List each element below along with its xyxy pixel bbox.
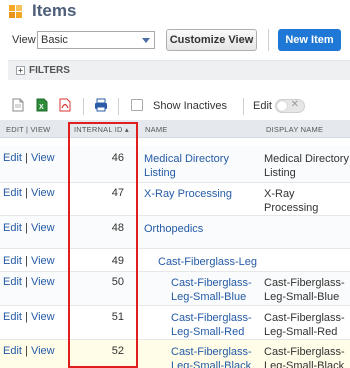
item-name-link[interactable]: Cast-Fiberglass-Leg-Small-Blue xyxy=(171,276,262,304)
item-name-link[interactable]: Medical Directory Listing xyxy=(144,152,262,180)
expand-filters-icon[interactable]: + xyxy=(16,66,25,75)
page-header: Items xyxy=(0,0,350,26)
show-inactives-label: Show Inactives xyxy=(153,100,227,112)
display-name: Cast-Fiberglass-Leg-Small-Red xyxy=(264,312,345,338)
edit-link[interactable]: Edit xyxy=(3,311,22,323)
view-link[interactable]: View xyxy=(31,187,55,199)
display-name: Cast-Fiberglass-Leg-Small-Black xyxy=(264,346,345,368)
export-pdf-icon[interactable] xyxy=(59,98,71,112)
separator: | xyxy=(25,152,28,164)
edit-view-links: Edit | View xyxy=(3,311,55,323)
display-name: Cast-Fiberglass-Leg-Small-Blue xyxy=(264,277,345,303)
divider xyxy=(268,29,269,51)
header-edit-view: EDIT | VIEW xyxy=(6,125,51,134)
chevron-down-icon xyxy=(142,38,150,43)
item-name-link[interactable]: Cast-Fiberglass-Leg-Small-Black xyxy=(171,345,262,368)
inline-edit-label: Edit xyxy=(253,100,272,112)
internal-id: 51 xyxy=(111,311,124,323)
view-select[interactable]: Basic xyxy=(37,31,155,49)
item-name-link[interactable]: Cast-Fiberglass-Leg-Small-Red xyxy=(171,311,262,339)
header-name[interactable]: NAME xyxy=(145,125,167,134)
filters-label: FILTERS xyxy=(29,65,70,76)
edit-link[interactable]: Edit xyxy=(3,152,22,164)
edit-view-links: Edit | View xyxy=(3,345,55,357)
separator: | xyxy=(25,311,28,323)
export-excel-icon[interactable]: X xyxy=(36,98,48,112)
separator: | xyxy=(25,276,28,288)
display-name: X-Ray Processing xyxy=(264,188,319,214)
edit-view-links: Edit | View xyxy=(3,187,55,199)
export-csv-icon[interactable] xyxy=(12,98,24,112)
view-link[interactable]: View xyxy=(31,222,55,234)
filters-bar[interactable]: + FILTERS xyxy=(8,60,350,80)
view-link[interactable]: View xyxy=(31,276,55,288)
edit-view-links: Edit | View xyxy=(3,152,55,164)
table-header: EDIT | VIEW INTERNAL ID ▴ NAME DISPLAY N… xyxy=(0,120,350,138)
internal-id: 47 xyxy=(111,187,124,199)
header-display-name[interactable]: DISPLAY NAME xyxy=(266,125,323,134)
table-row: Edit | View 49 Cast-Fiberglass-Leg xyxy=(0,249,350,272)
edit-view-links: Edit | View xyxy=(3,276,55,288)
inline-edit-toggle[interactable]: ✕ xyxy=(275,99,305,113)
item-name-link[interactable]: X-Ray Processing xyxy=(144,187,262,201)
table-row: Edit | View 48 Orthopedics xyxy=(0,216,350,249)
edit-view-links: Edit | View xyxy=(3,222,55,234)
view-link[interactable]: View xyxy=(31,255,55,267)
view-link[interactable]: View xyxy=(31,152,55,164)
new-item-button[interactable]: New Item xyxy=(278,29,341,51)
edit-link[interactable]: Edit xyxy=(3,187,22,199)
item-name-link[interactable]: Cast-Fiberglass-Leg xyxy=(158,255,262,269)
internal-id: 50 xyxy=(111,276,124,288)
internal-id: 46 xyxy=(111,152,124,164)
separator: | xyxy=(25,222,28,234)
table-row: Edit | View 47 X-Ray Processing X-Ray Pr… xyxy=(0,183,350,216)
edit-view-links: Edit | View xyxy=(3,255,55,267)
display-name: Medical Directory Listing xyxy=(264,153,349,179)
view-select-value: Basic xyxy=(41,34,68,46)
edit-link[interactable]: Edit xyxy=(3,222,22,234)
table-row: Edit | View 50 Cast-Fiberglass-Leg-Small… xyxy=(0,272,350,306)
item-name-link[interactable]: Orthopedics xyxy=(144,222,262,236)
view-label: View xyxy=(12,34,36,46)
separator: | xyxy=(25,345,28,357)
list-toolbar: X Show Inactives Edit ✕ xyxy=(0,93,350,119)
table-row: Edit | View 52 Cast-Fiberglass-Leg-Small… xyxy=(0,340,350,368)
separator: | xyxy=(25,255,28,267)
edit-link[interactable]: Edit xyxy=(3,276,22,288)
edit-link[interactable]: Edit xyxy=(3,255,22,267)
items-icon xyxy=(9,5,23,19)
internal-id: 49 xyxy=(111,255,124,267)
internal-id: 52 xyxy=(111,345,124,357)
separator: | xyxy=(25,187,28,199)
view-link[interactable]: View xyxy=(31,311,55,323)
view-link[interactable]: View xyxy=(31,345,55,357)
svg-text:X: X xyxy=(39,104,44,111)
print-icon[interactable] xyxy=(94,98,108,112)
close-icon: ✕ xyxy=(290,99,299,110)
internal-id: 48 xyxy=(111,222,124,234)
divider xyxy=(243,98,244,115)
header-internal-id[interactable]: INTERNAL ID ▴ xyxy=(74,125,129,134)
table-row: Edit | View 46 Medical Directory Listing… xyxy=(0,146,350,183)
table-row: Edit | View 51 Cast-Fiberglass-Leg-Small… xyxy=(0,306,350,340)
customize-view-button[interactable]: Customize View xyxy=(166,29,257,51)
page-title: Items xyxy=(32,1,77,20)
divider xyxy=(118,98,119,115)
divider xyxy=(83,98,84,115)
toggle-knob xyxy=(277,101,287,111)
edit-link[interactable]: Edit xyxy=(3,345,22,357)
show-inactives-checkbox[interactable] xyxy=(131,99,143,111)
